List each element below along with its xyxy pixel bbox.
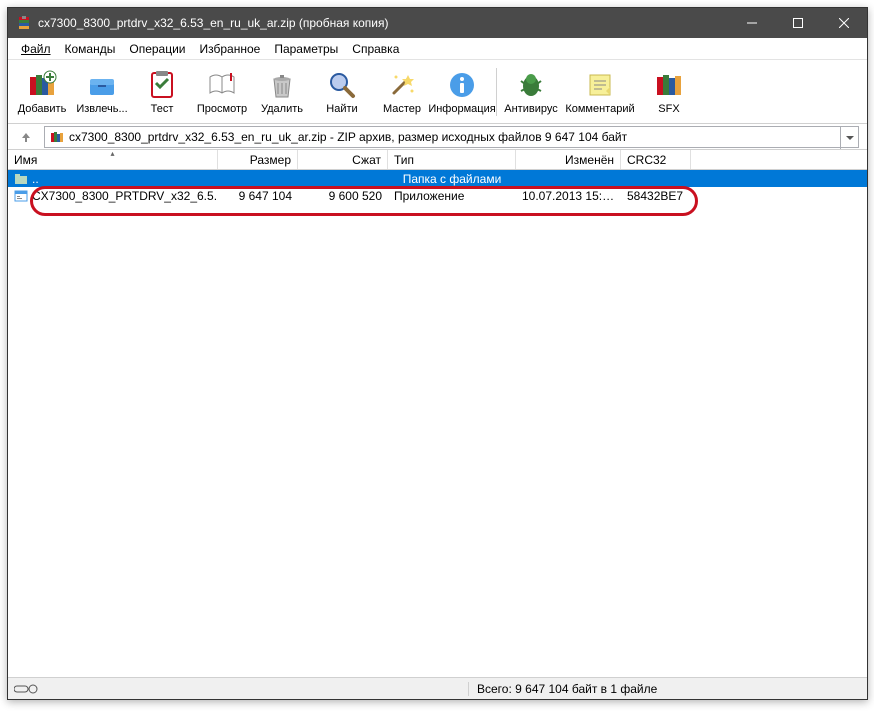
menu-operations[interactable]: Операции	[122, 40, 192, 58]
file-size: 9 647 104	[218, 189, 298, 203]
col-crc[interactable]: CRC32	[621, 150, 691, 169]
menu-settings[interactable]: Параметры	[267, 40, 345, 58]
add-button[interactable]: Добавить	[12, 62, 72, 122]
exe-icon	[14, 189, 28, 203]
delete-button[interactable]: Удалить	[252, 62, 312, 122]
col-name[interactable]: Имя▴	[8, 150, 218, 169]
path-dropdown[interactable]	[840, 127, 858, 149]
path-text: cx7300_8300_prtdrv_x32_6.53_en_ru_uk_ar.…	[69, 130, 627, 144]
folder-up-icon	[14, 172, 28, 186]
col-size[interactable]: Размер	[218, 150, 298, 169]
antivirus-label: Антивирус	[504, 103, 557, 115]
delete-label: Удалить	[261, 103, 303, 115]
file-type: Приложение	[388, 189, 516, 203]
find-label: Найти	[326, 103, 357, 115]
view-label: Просмотр	[197, 103, 247, 115]
books-plus-icon	[26, 69, 58, 101]
window-title: cx7300_8300_prtdrv_x32_6.53_en_ru_uk_ar.…	[38, 16, 729, 30]
book-open-icon	[206, 69, 238, 101]
test-label: Тест	[151, 103, 174, 115]
comment-button[interactable]: Комментарий	[561, 62, 639, 122]
wand-icon	[386, 69, 418, 101]
window: cx7300_8300_prtdrv_x32_6.53_en_ru_uk_ar.…	[7, 7, 868, 700]
sort-indicator-icon: ▴	[110, 149, 114, 158]
path-input[interactable]: cx7300_8300_prtdrv_x32_6.53_en_ru_uk_ar.…	[44, 126, 859, 148]
bug-icon	[515, 69, 547, 101]
sfx-button[interactable]: SFX	[639, 62, 699, 122]
address-bar: cx7300_8300_prtdrv_x32_6.53_en_ru_uk_ar.…	[8, 124, 867, 150]
menu-commands[interactable]: Команды	[58, 40, 123, 58]
menubar: Файл Команды Операции Избранное Параметр…	[8, 38, 867, 60]
info-icon	[446, 69, 478, 101]
add-label: Добавить	[18, 103, 67, 115]
archive-icon	[49, 129, 65, 145]
antivirus-button[interactable]: Антивирус	[501, 62, 561, 122]
maximize-button[interactable]	[775, 8, 821, 38]
toolbar-separator	[496, 68, 497, 116]
menu-favorites[interactable]: Избранное	[193, 40, 268, 58]
status-total: Всего: 9 647 104 байт в 1 файле	[468, 682, 867, 696]
col-modified[interactable]: Изменён	[516, 150, 621, 169]
comment-label: Комментарий	[565, 103, 634, 115]
menu-help[interactable]: Справка	[345, 40, 406, 58]
clipboard-check-icon	[146, 69, 178, 101]
col-packed[interactable]: Сжат	[298, 150, 388, 169]
extract-label: Извлечь...	[76, 103, 127, 115]
file-modified: 10.07.2013 15:25	[516, 189, 621, 203]
up-button[interactable]	[12, 126, 40, 148]
menu-file[interactable]: Файл	[14, 40, 58, 58]
sfx-label: SFX	[658, 103, 679, 115]
file-name: ..	[32, 172, 39, 186]
col-type[interactable]: Тип	[388, 150, 516, 169]
magnifier-icon	[326, 69, 358, 101]
file-list[interactable]: .. Папка с файлами CX7300_8300_PRTDRV_x3…	[8, 170, 867, 677]
trash-icon	[266, 69, 298, 101]
file-packed: 9 600 520	[298, 189, 388, 203]
statusbar: Всего: 9 647 104 байт в 1 файле	[8, 677, 867, 699]
minimize-button[interactable]	[729, 8, 775, 38]
list-item[interactable]: CX7300_8300_PRTDRV_x32_6.5... 9 647 104 …	[8, 187, 867, 204]
wizard-label: Мастер	[383, 103, 421, 115]
books-icon	[653, 69, 685, 101]
info-button[interactable]: Информация	[432, 62, 492, 122]
file-type: Папка с файлами	[388, 172, 516, 186]
view-button[interactable]: Просмотр	[192, 62, 252, 122]
info-label: Информация	[428, 103, 495, 115]
extract-button[interactable]: Извлечь...	[72, 62, 132, 122]
find-button[interactable]: Найти	[312, 62, 372, 122]
drawer-icon	[86, 69, 118, 101]
column-headers: Имя▴ Размер Сжат Тип Изменён CRC32	[8, 150, 867, 170]
close-button[interactable]	[821, 8, 867, 38]
test-button[interactable]: Тест	[132, 62, 192, 122]
file-crc: 58432BE7	[621, 189, 691, 203]
wizard-button[interactable]: Мастер	[372, 62, 432, 122]
list-item[interactable]: .. Папка с файлами	[8, 170, 867, 187]
app-icon	[16, 15, 32, 31]
file-name: CX7300_8300_PRTDRV_x32_6.5...	[32, 189, 218, 203]
status-left	[8, 683, 468, 695]
note-icon	[584, 69, 616, 101]
window-buttons	[729, 8, 867, 38]
toolbar: Добавить Извлечь... Тест Просмотр Удалит…	[8, 60, 867, 124]
titlebar[interactable]: cx7300_8300_prtdrv_x32_6.53_en_ru_uk_ar.…	[8, 8, 867, 38]
status-indicator-icon	[14, 683, 38, 695]
